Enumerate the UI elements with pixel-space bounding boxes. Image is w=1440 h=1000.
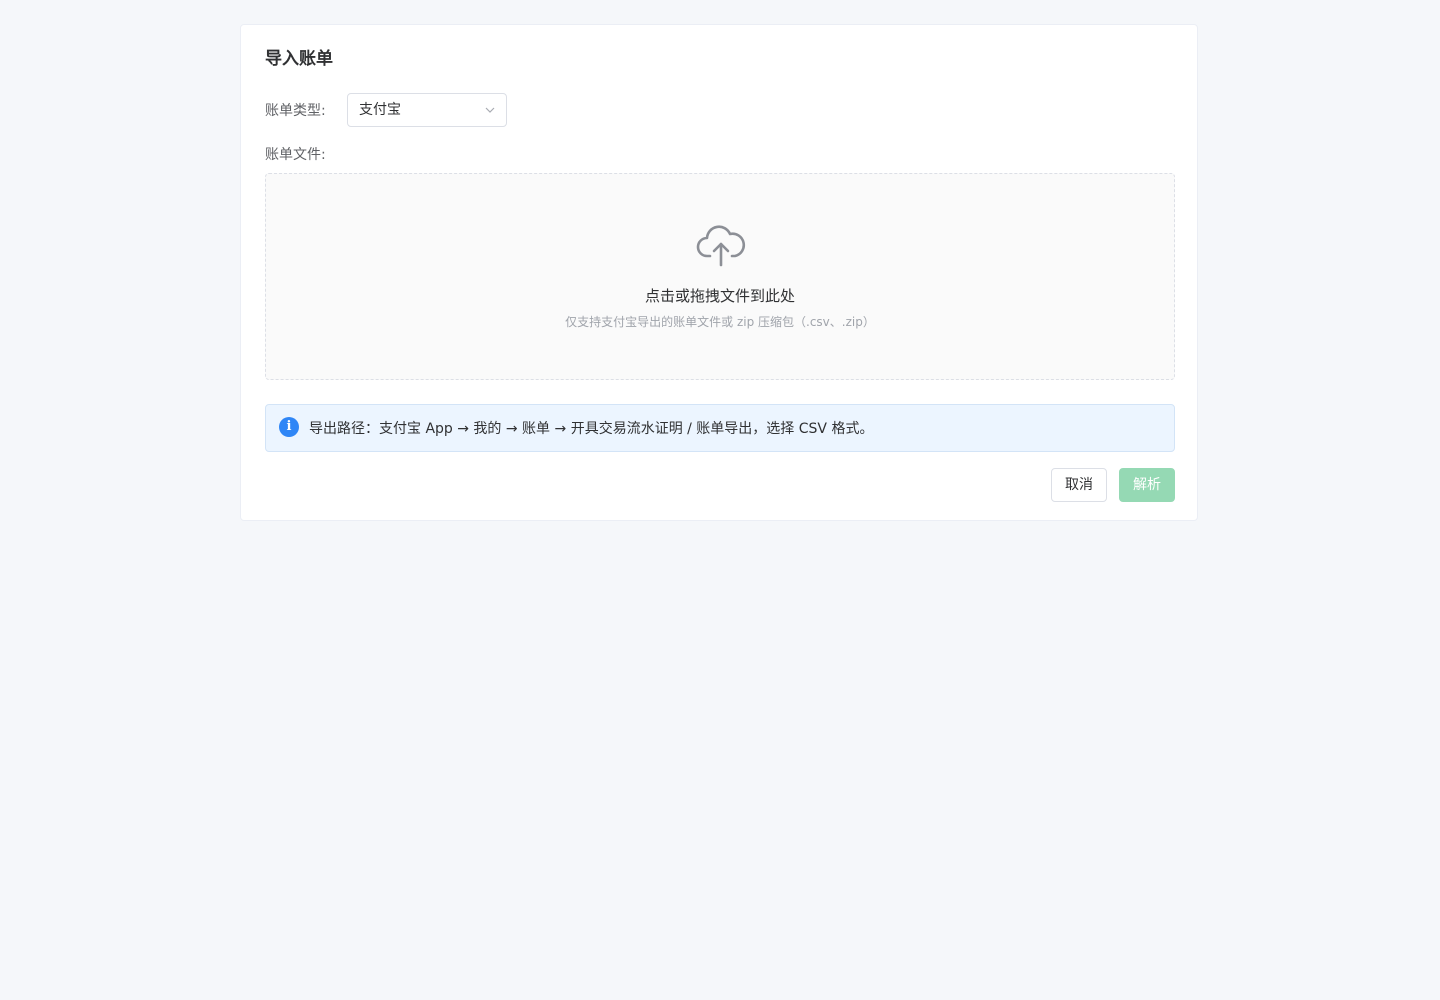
dialog-title: 导入账单 (265, 49, 333, 69)
info-icon: i (279, 417, 299, 437)
bill-file-label: 账单文件: (265, 147, 326, 163)
export-path-text: 导出路径：支付宝 App → 我的 → 账单 → 开具交易流水证明 / 账单导出… (309, 421, 874, 437)
bill-type-label: 账单类型: (265, 103, 326, 119)
file-upload-dropzone[interactable]: 点击或拖拽文件到此处 仅支持支付宝导出的账单文件或 zip 压缩包（.csv、.… (265, 173, 1175, 380)
chevron-down-icon (485, 107, 495, 113)
parse-button[interactable]: 解析 (1119, 468, 1175, 502)
import-bill-dialog: 导入账单 账单类型: 支付宝 账单文件: 点击或拖拽文件到此处 仅支持支付宝导出… (240, 24, 1198, 521)
export-path-alert: i 导出路径：支付宝 App → 我的 → 账单 → 开具交易流水证明 / 账单… (265, 404, 1175, 452)
cloud-upload-icon (696, 225, 746, 267)
upload-main-text: 点击或拖拽文件到此处 (644, 287, 795, 305)
upload-hint-text: 仅支持支付宝导出的账单文件或 zip 压缩包（.csv、.zip） (565, 315, 875, 329)
bill-type-select[interactable]: 支付宝 (347, 93, 507, 127)
bill-type-selected-value: 支付宝 (359, 102, 401, 118)
cancel-button[interactable]: 取消 (1051, 468, 1107, 502)
